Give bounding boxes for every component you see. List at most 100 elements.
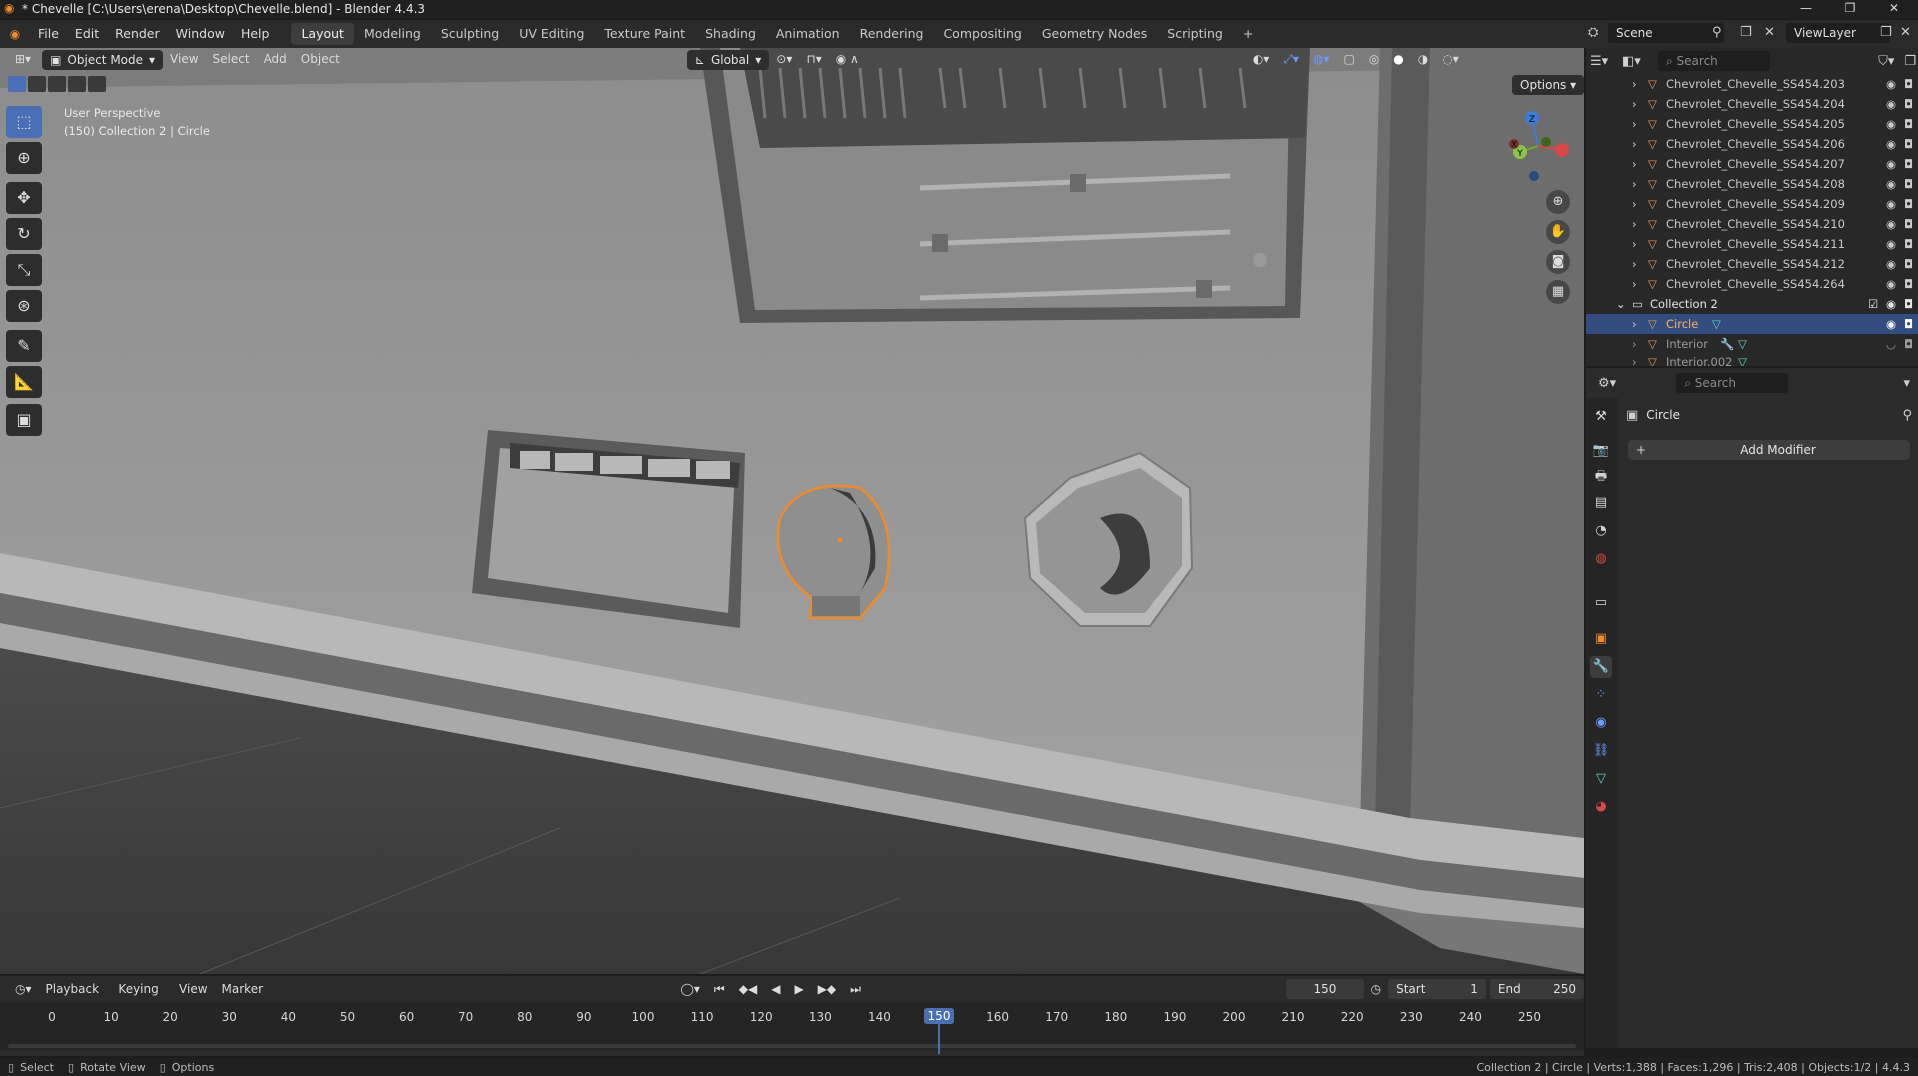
rotate-tool[interactable]: ↻	[6, 218, 42, 250]
scale-tool[interactable]: ⤡	[6, 254, 42, 286]
maximize-button[interactable]: ❐	[1830, 0, 1870, 18]
expand-arrow-icon[interactable]: ›	[1632, 154, 1637, 174]
select-extend-icon[interactable]	[28, 76, 46, 92]
menu-view[interactable]: View	[163, 48, 205, 70]
camera-icon[interactable]: ◘	[1904, 134, 1913, 154]
tab-rendering[interactable]: Rendering	[850, 23, 934, 45]
jump-keyframe-back-icon[interactable]: ◆◀	[732, 978, 764, 1000]
list-item[interactable]: › ▽ Interior 🔧 ▽ ◡ ◘	[1586, 334, 1918, 354]
list-item[interactable]: › ▽ Chevrolet_Chevelle_SS454.212 ◉ ◘	[1586, 254, 1918, 274]
list-item[interactable]: › ▽ Chevrolet_Chevelle_SS454.205 ◉ ◘	[1586, 114, 1918, 134]
mesh-data-icon[interactable]: ▽	[1738, 334, 1747, 354]
eye-icon[interactable]: ◉	[1886, 254, 1896, 274]
camera-icon[interactable]: ◘	[1904, 334, 1913, 354]
eye-icon[interactable]: ◉	[1886, 314, 1896, 334]
eye-closed-icon[interactable]: ◡	[1886, 334, 1896, 354]
eye-icon[interactable]: ◉	[1886, 194, 1896, 214]
pan-hand-icon[interactable]: ✋	[1546, 220, 1570, 244]
menu-select[interactable]: Select	[206, 48, 257, 70]
eye-icon[interactable]: ◉	[1886, 294, 1896, 314]
tab-modeling[interactable]: Modeling	[354, 23, 431, 45]
tab-uv-editing[interactable]: UV Editing	[509, 23, 594, 45]
camera-icon[interactable]: ◘	[1904, 154, 1913, 174]
camera-icon[interactable]: ◘	[1904, 254, 1913, 274]
outliner-search-input[interactable]: ⌕ Search	[1658, 51, 1770, 71]
list-item[interactable]: › ▽ Chevrolet_Chevelle_SS454.208 ◉ ◘	[1586, 174, 1918, 194]
filter-icon[interactable]: ⛉▾	[1878, 54, 1894, 69]
pin-icon[interactable]: ⚲	[1902, 408, 1912, 423]
menu-window[interactable]: Window	[168, 20, 233, 48]
list-item[interactable]: › ▽ Interior.002 ▽	[1586, 352, 1918, 366]
tab-animation[interactable]: Animation	[766, 23, 850, 45]
menu-file[interactable]: File	[30, 20, 67, 48]
move-tool[interactable]: ✥	[6, 182, 42, 214]
render-tab-icon[interactable]: 📷	[1590, 440, 1612, 462]
tab-shading[interactable]: Shading	[695, 23, 766, 45]
snap-icon[interactable]: ⊓▾	[799, 48, 828, 70]
menu-keying[interactable]: Keying ▾	[111, 978, 172, 1018]
mode-dropdown[interactable]: ▣ Object Mode ▾	[42, 49, 164, 70]
list-item[interactable]: › ▽ Chevrolet_Chevelle_SS454.210 ◉ ◘	[1586, 214, 1918, 234]
ortho-grid-icon[interactable]: ▦	[1546, 280, 1570, 304]
add-workspace-button[interactable]: +	[1233, 23, 1263, 45]
transform-orientation-dropdown[interactable]: ⊾ Global ▾	[686, 49, 770, 70]
select-subtract-icon[interactable]	[48, 76, 66, 92]
select-invert-icon[interactable]	[68, 76, 86, 92]
gizmo-icon[interactable]: ⤢▾	[1276, 48, 1306, 70]
list-item[interactable]: › ▽ Chevrolet_Chevelle_SS454.209 ◉ ◘	[1586, 194, 1918, 214]
navigation-gizmo[interactable]: Z Y X	[1498, 106, 1578, 186]
view-layer-tab-icon[interactable]: ▤	[1590, 492, 1612, 514]
rendered-shading-icon[interactable]: ◌▾	[1435, 48, 1466, 70]
properties-search-input[interactable]: ⌕ Search	[1676, 373, 1789, 393]
menu-marker[interactable]: Marker	[215, 978, 270, 1000]
display-mode-icon[interactable]: ◧▾	[1622, 54, 1652, 69]
play-icon[interactable]: ▶	[787, 978, 810, 1000]
timeline-scrollbar[interactable]	[8, 1044, 1576, 1048]
expand-arrow-icon[interactable]: ›	[1632, 274, 1637, 294]
list-item[interactable]: › ▽ Chevrolet_Chevelle_SS454.207 ◉ ◘	[1586, 154, 1918, 174]
expand-arrow-icon[interactable]: ›	[1632, 214, 1637, 234]
eye-icon[interactable]: ◉	[1886, 274, 1896, 294]
modifier-tab-icon[interactable]: 🔧	[1590, 656, 1612, 678]
tab-scripting[interactable]: Scripting	[1157, 23, 1233, 45]
eye-icon[interactable]: ◉	[1886, 134, 1896, 154]
chevron-down-icon[interactable]: ▾	[1903, 376, 1910, 391]
preview-range-icon[interactable]: ◷	[1364, 978, 1388, 1000]
mesh-data-icon[interactable]: ▽	[1712, 314, 1721, 334]
minimize-button[interactable]: —	[1786, 0, 1826, 18]
zoom-icon[interactable]: ⊕	[1546, 190, 1570, 214]
eye-icon[interactable]: ◉	[1886, 174, 1896, 194]
end-frame-field[interactable]: End 250	[1489, 979, 1584, 999]
expand-arrow-icon[interactable]: ›	[1632, 134, 1637, 154]
overlay-icon[interactable]: ◍▾	[1306, 48, 1337, 70]
properties-editor-icon[interactable]: ⚙▾	[1598, 376, 1616, 391]
options-dropdown[interactable]: Options ▾	[1512, 75, 1585, 95]
tab-layout[interactable]: Layout	[291, 23, 354, 45]
playhead-line[interactable]	[938, 1024, 940, 1054]
particles-tab-icon[interactable]: ⁘	[1590, 684, 1612, 706]
editor-type-icon[interactable]: ⊞▾	[8, 48, 38, 70]
blender-menu-icon[interactable]: ◉	[0, 20, 30, 48]
expand-arrow-icon[interactable]: ›	[1632, 352, 1637, 366]
jump-keyframe-forward-icon[interactable]: ▶◆	[811, 978, 843, 1000]
playhead-frame-label[interactable]: 150	[924, 1008, 954, 1024]
outliner-editor-icon[interactable]: ☰▾	[1590, 54, 1614, 69]
menu-object[interactable]: Object	[294, 48, 347, 70]
camera-icon[interactable]: ◘	[1904, 294, 1913, 314]
mesh-data-icon[interactable]: ▽	[1738, 352, 1747, 366]
view-layer-field[interactable]: ViewLayer	[1786, 23, 1890, 43]
list-item[interactable]: › ▽ Chevrolet_Chevelle_SS454.206 ◉ ◘	[1586, 134, 1918, 154]
transform-tool[interactable]: ⊛	[6, 290, 42, 322]
select-intersect-icon[interactable]	[88, 76, 106, 92]
new-scene-icon[interactable]: ❐	[1740, 25, 1752, 40]
expand-arrow-icon[interactable]: ›	[1632, 194, 1637, 214]
expand-arrow-icon[interactable]: ›	[1632, 234, 1637, 254]
select-new-icon[interactable]	[8, 76, 26, 92]
list-item[interactable]: › ▽ Chevrolet_Chevelle_SS454.264 ◉ ◘	[1586, 274, 1918, 294]
expand-arrow-icon[interactable]: ›	[1632, 254, 1637, 274]
3d-viewport[interactable]	[0, 48, 1584, 974]
close-button[interactable]: ✕	[1874, 0, 1914, 18]
material-tab-icon[interactable]: ◕	[1590, 796, 1612, 818]
timeline-editor-icon[interactable]: ◷▾	[8, 978, 39, 1000]
collection-row[interactable]: ⌄ ▭ Collection 2 ☑ ◉ ◘	[1586, 294, 1918, 314]
